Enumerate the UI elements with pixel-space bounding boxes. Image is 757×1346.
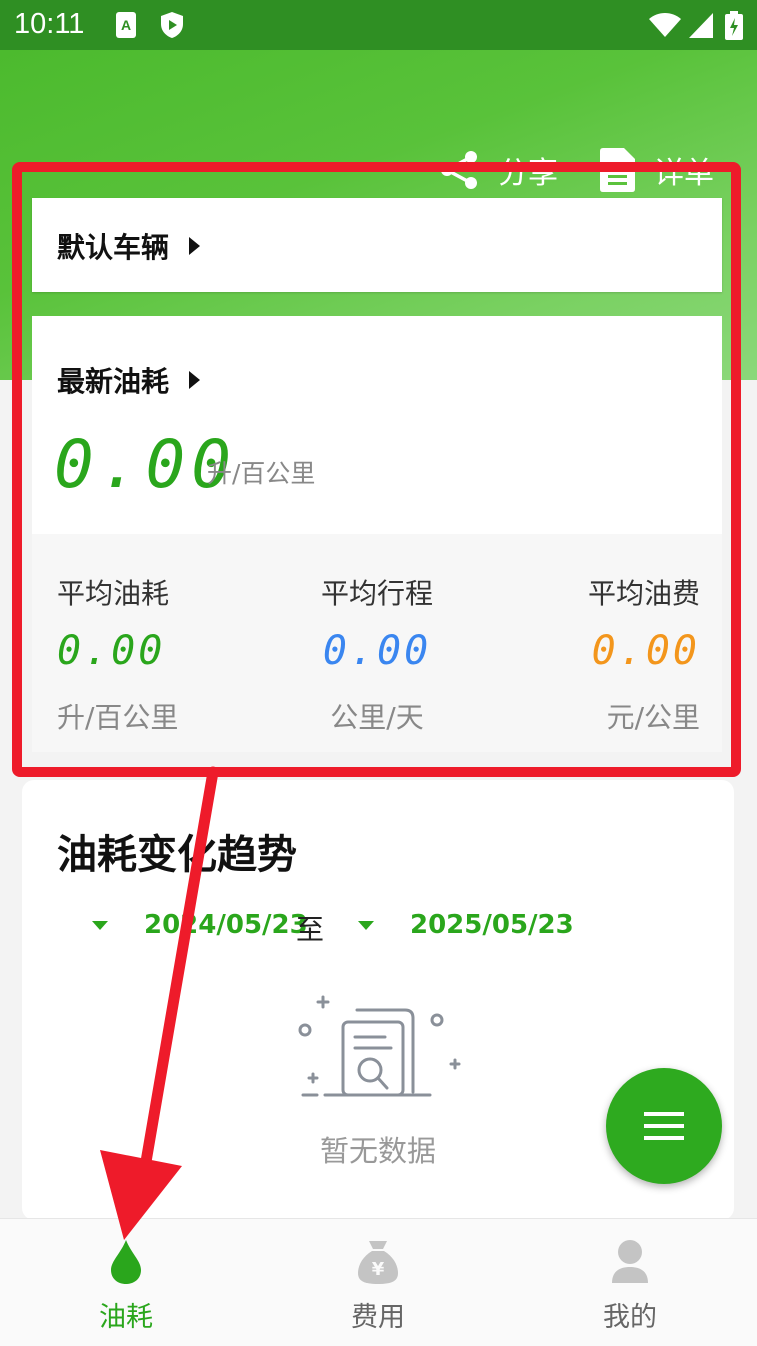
svg-text:¥: ¥: [372, 1259, 385, 1280]
end-date-picker[interactable]: 2025/05/23: [358, 910, 574, 940]
nav-item-fuel[interactable]: 油耗: [0, 1219, 252, 1346]
vehicle-selector-row: 默认车辆: [57, 226, 201, 266]
share-icon: [441, 151, 477, 189]
empty-data-icon: [298, 995, 461, 1097]
caret-right-icon: [189, 371, 201, 389]
status-time: 10:11: [14, 8, 85, 40]
drop-icon: [111, 1240, 141, 1284]
avg-fuel-cost-value: 0.00: [591, 628, 700, 674]
trend-title: 油耗变化趋势: [57, 832, 297, 878]
caret-down-icon: [92, 920, 108, 930]
svg-text:A: A: [121, 17, 131, 33]
latest-consumption-card: 最新油耗 0.00 升/百公里 平均油耗 0.00 升/百公里 平均行程 0.0…: [32, 316, 722, 752]
user-icon: [612, 1240, 648, 1283]
avg-consumption-value: 0.00: [57, 628, 166, 674]
start-date-picker[interactable]: 2024/05/23: [92, 910, 308, 940]
avg-mileage-unit: 公里/天: [330, 701, 424, 734]
menu-icon: [644, 1112, 684, 1140]
money-bag-icon: ¥: [358, 1241, 398, 1284]
avg-fuel-cost-title: 平均油费: [587, 577, 700, 610]
avg-mileage-title: 平均行程: [321, 577, 434, 610]
avg-mileage-value: 0.00: [322, 628, 432, 674]
nav-label-mine: 我的: [603, 1302, 657, 1333]
document-icon: [600, 148, 635, 192]
avg-fuel-cost: 平均油费 0.00 元/公里: [588, 572, 700, 736]
averages-panel: 平均油耗 0.00 升/百公里 平均行程 0.00 公里/天 平均油费 0.00…: [32, 534, 722, 752]
detail-button[interactable]: 详单: [600, 148, 714, 192]
caret-right-icon: [189, 237, 201, 255]
wifi-icon: [649, 13, 681, 37]
signal-icon: [689, 13, 713, 38]
nav-item-cost[interactable]: ¥ 费用: [252, 1219, 504, 1346]
nav-item-mine[interactable]: 我的: [504, 1219, 756, 1346]
avg-fuel-cost-unit: 元/公里: [606, 701, 700, 734]
avg-consumption-title: 平均油耗: [57, 577, 170, 610]
end-date: 2025/05/23: [410, 910, 574, 940]
detail-label: 详单: [654, 156, 714, 191]
avg-consumption: 平均油耗 0.00 升/百公里: [57, 572, 178, 736]
latest-consumption-label: 最新油耗: [57, 365, 170, 398]
menu-fab[interactable]: [606, 1068, 722, 1184]
vehicle-selector[interactable]: 默认车辆: [32, 198, 722, 292]
share-label: 分享: [498, 156, 558, 191]
latest-consumption-unit: 升/百公里: [207, 459, 316, 488]
avg-mileage: 平均行程 0.00 公里/天: [321, 572, 433, 736]
empty-data-text: 暂无数据: [320, 1134, 437, 1168]
date-separator: 至: [296, 913, 325, 946]
nav-label-cost: 费用: [351, 1302, 405, 1333]
nav-label-fuel: 油耗: [99, 1302, 153, 1333]
latest-consumption-row[interactable]: 最新油耗: [57, 360, 201, 400]
start-date: 2024/05/23: [144, 910, 308, 940]
shield-icon: [161, 12, 183, 38]
vehicle-label: 默认车辆: [57, 231, 170, 264]
share-button[interactable]: 分享: [438, 148, 558, 192]
bottom-navigation: 油耗 ¥ 费用 我的: [0, 1218, 757, 1346]
battery-icon: [725, 11, 743, 40]
avg-consumption-unit: 升/百公里: [57, 701, 179, 734]
status-bar: 10:11 A: [0, 0, 757, 50]
caret-down-icon: [358, 920, 374, 930]
keyboard-a-icon: A: [116, 12, 136, 38]
